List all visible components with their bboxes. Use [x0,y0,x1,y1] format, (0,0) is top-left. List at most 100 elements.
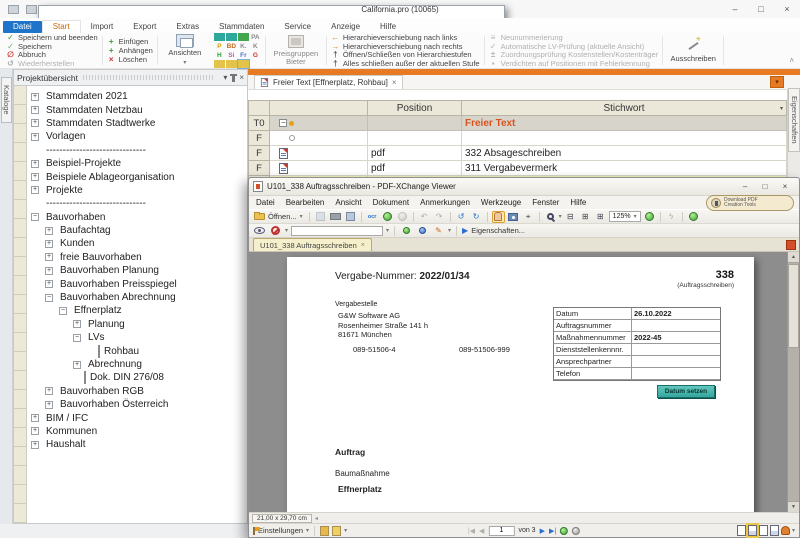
tree-expander-icon[interactable] [31,93,39,101]
tree-expander-icon[interactable] [45,280,53,288]
tree-expander-icon[interactable] [73,334,81,342]
tree-expander-icon[interactable] [31,441,39,449]
ribbon-tab[interactable]: Hilfe [370,21,406,33]
tree-item[interactable]: Beispiel-Projekte [29,157,247,170]
eigenschaften-side-tab[interactable]: Eigenschaften [788,88,800,152]
ribbon-tab[interactable]: Stammdaten [209,21,274,33]
tree-item[interactable]: Effnerplatz [29,304,247,317]
stichwort-header[interactable]: Stichwort▾ [462,100,787,116]
redo-icon[interactable]: ↷ [433,211,446,223]
tab-scroll-button[interactable]: ▾ [770,76,784,88]
ribbon-tab[interactable]: Datei [3,21,42,33]
scroll-up-icon[interactable]: ▲ [788,252,799,263]
open-button[interactable]: Öffnen... ▾ [252,212,305,221]
tree-expander-icon[interactable] [31,213,39,221]
facing-pages-icon[interactable] [759,525,768,536]
stamp-dropdown-icon[interactable]: ▾ [285,227,288,234]
continuous-page-icon[interactable] [748,525,757,536]
ribbon-button[interactable]: ← Hierarchieverschiebung nach links [331,33,480,42]
info-value[interactable] [632,344,720,356]
pdf-close-button[interactable]: × [775,180,795,193]
view-shortcut-icon[interactable]: P [214,42,225,50]
next-view-icon[interactable] [572,527,580,535]
tree-item[interactable]: Abrechnung [29,358,247,371]
pencil-dropdown-icon[interactable]: ▾ [448,227,451,234]
panel-drag-area[interactable] [83,75,214,80]
hand-tool-icon[interactable] [492,211,505,223]
tab-list-button[interactable] [786,240,796,250]
ausschreiben-button[interactable]: Ausschreiben [667,38,719,63]
tree-expander-icon[interactable] [31,133,39,141]
scrollbar-thumb[interactable] [788,264,799,348]
ribbon-button[interactable]: ∅ Abbruch [6,51,98,60]
view-shortcut-icon[interactable] [238,33,249,41]
ribbon-collapse-icon[interactable]: ˄ [789,56,794,65]
tree-item[interactable]: Kommunen [29,425,247,438]
ribbon-tab[interactable]: Anzeige [321,21,370,33]
tree-expander-icon[interactable] [31,414,39,422]
info-value[interactable] [632,320,720,332]
flash-icon[interactable]: ϟ [665,211,678,223]
ribbon-tab[interactable]: Service [274,21,321,33]
view-shortcut-icon[interactable]: K [250,42,261,50]
pan-dropdown-icon[interactable]: ▾ [792,527,795,534]
ribbon-button[interactable]: × Löschen [107,55,153,64]
rotate-left-icon[interactable]: ↺ [455,211,468,223]
tree-expander-icon[interactable] [31,119,39,127]
pdf-maximize-button[interactable]: □ [755,180,775,193]
pdf-menu-item[interactable]: Dokument [373,198,409,207]
tree-item[interactable]: ------------------------------ [29,144,247,157]
sort-icon[interactable]: ▾ [780,105,783,112]
zoom-out-icon[interactable]: ⊟ [564,211,577,223]
prev-page-icon[interactable]: ◀ [479,527,484,535]
rotate-right-icon[interactable]: ↻ [470,211,483,223]
info-value[interactable]: 26.10.2022 [632,308,720,320]
tree-expander-icon[interactable] [45,227,53,235]
zoom-tool-dropdown-icon[interactable]: ▾ [559,213,562,220]
tree-item[interactable]: Stammdaten Netzbau [29,103,247,116]
tree-item[interactable]: Bauvorhaben [29,211,247,224]
tree-item[interactable]: freie Bauvorhaben [29,251,247,264]
note-dropdown-icon[interactable]: ▾ [344,527,347,534]
view-shortcut-icon[interactable]: BD [226,42,237,50]
ribbon-button[interactable]: ≡ Neunummerierung [489,33,659,42]
position-cell[interactable]: pdf [368,161,462,176]
note-icon[interactable] [332,526,341,536]
download-pdf-tools-badge[interactable]: Download PDFCreation Tools [706,195,794,211]
tree-item[interactable]: Kunden [29,237,247,250]
pin-icon[interactable] [232,74,235,82]
continuous-facing-icon[interactable] [770,525,779,536]
tree-expander-icon[interactable] [31,186,39,194]
pan-tool-icon[interactable] [781,526,790,535]
single-page-icon[interactable] [737,525,746,536]
view-shortcut-icon[interactable]: Si [226,51,237,59]
tree-expander-icon[interactable] [31,160,39,168]
pdf-menu-item[interactable]: Datei [256,198,275,207]
snapshot-icon[interactable] [507,211,520,223]
stichwort-cell[interactable]: 332 Absageschreiben [462,146,787,161]
panel-close-icon[interactable]: × [239,73,244,82]
next-page-icon[interactable]: ▶ [540,527,545,535]
ribbon-button[interactable]: + Einfügen [107,38,153,47]
tree-expander-icon[interactable] [31,427,39,435]
pdf-menu-item[interactable]: Werkzeuge [481,198,521,207]
tree-expander-icon[interactable] [45,401,53,409]
tree-expander-icon[interactable] [45,253,53,261]
tree-item[interactable]: Bauvorhaben Abrechnung [29,291,247,304]
ribbon-button[interactable]: + Anhängen [107,46,153,55]
tree-item[interactable]: Beispiele Ablageorganisation [29,170,247,183]
ansichten-button[interactable]: Ansichten ▾ [162,34,208,67]
tree-item[interactable]: Rohbau [29,344,247,357]
search-dropdown-icon[interactable]: ▾ [386,227,389,234]
pencil-icon[interactable]: ✎ [432,225,445,237]
tree-item[interactable]: BIM / IFC [29,411,247,424]
fit-page-icon[interactable]: ⊞ [579,211,592,223]
ribbon-tab[interactable]: Import [81,21,124,33]
last-page-icon[interactable]: ▶| [549,527,556,535]
position-cell[interactable]: pdf [368,146,462,161]
window-icon[interactable] [26,5,37,14]
tree-item[interactable]: Planung [29,318,247,331]
preisgruppen-bieter-button[interactable]: Preisgruppen Bieter [270,35,322,66]
web-icon[interactable] [416,225,429,237]
ribbon-tab[interactable]: Export [123,21,166,33]
